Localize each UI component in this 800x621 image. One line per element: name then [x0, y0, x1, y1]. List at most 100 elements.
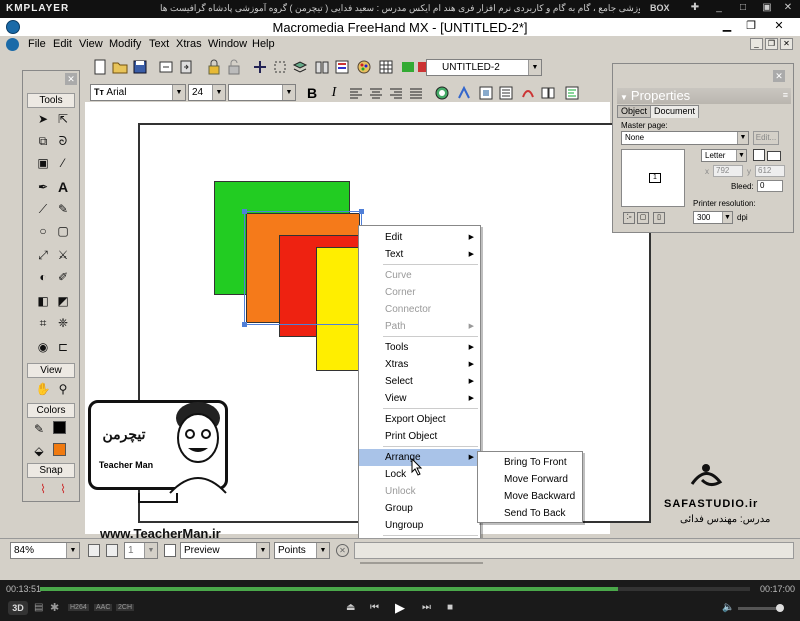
menu-modify[interactable]: Modify [109, 38, 141, 50]
playlist-icon[interactable]: ▤ [34, 602, 43, 613]
pen-icon[interactable]: ✒ [35, 179, 51, 195]
import-icon[interactable] [158, 59, 174, 75]
unlock-icon[interactable] [226, 59, 242, 75]
text-tool-icon[interactable]: A [55, 179, 71, 195]
page-size-select[interactable]: Letter ▼ [701, 149, 747, 162]
stop-icon[interactable]: ■ [447, 602, 453, 613]
chevron-down-icon[interactable]: ▼ [282, 85, 295, 100]
next-icon[interactable]: ⏭ [422, 602, 431, 613]
export-icon[interactable] [178, 59, 194, 75]
italic-icon[interactable]: I [326, 85, 342, 101]
selection-handle[interactable] [242, 209, 247, 214]
color-mixer-icon[interactable] [356, 59, 372, 75]
y-field[interactable]: 612 [755, 165, 785, 177]
layers-icon[interactable] [292, 59, 308, 75]
next-page-icon[interactable] [106, 544, 118, 557]
app-close-button[interactable]: ✕ [768, 19, 790, 34]
volume-slider[interactable] [738, 604, 784, 612]
selection-handle[interactable] [242, 322, 247, 327]
chevron-down-icon[interactable]: ▼ [256, 543, 269, 558]
pencil-icon[interactable]: ✎ [55, 201, 71, 217]
save-icon[interactable] [132, 59, 148, 75]
page-select[interactable]: 1 ▼ [124, 542, 158, 559]
context-menu-item-ungroup[interactable]: Ungroup [359, 517, 480, 534]
player-maximize-button[interactable]: ▣ [760, 2, 774, 15]
context-menu-item-tools[interactable]: Tools ▶ [359, 339, 480, 356]
context-menu-item-unlock[interactable]: Unlock [359, 483, 480, 500]
snap-to-point-icon[interactable]: ⌇ [35, 481, 51, 497]
context-menu-item-export-object[interactable]: Export Object [359, 411, 480, 428]
align-right-icon[interactable] [388, 85, 404, 101]
ellipse-icon[interactable]: ○ [35, 223, 51, 239]
line-icon[interactable]: ⟋ [35, 201, 51, 217]
page-tool-icon[interactable]: ⧉ [35, 133, 51, 149]
add-page-icon[interactable]: ⁚▫ [623, 212, 635, 224]
align-icon[interactable] [252, 59, 268, 75]
menu-xtras[interactable]: Xtras [176, 38, 202, 50]
bold-icon[interactable]: B [304, 85, 320, 101]
landscape-orientation-icon[interactable] [767, 151, 781, 161]
subselect-icon[interactable]: ⇱ [55, 111, 71, 127]
close-icon[interactable]: ✕ [773, 70, 785, 82]
arrange-item-move-backward[interactable]: Move Backward [478, 488, 582, 505]
volume-handle[interactable] [776, 604, 784, 612]
previous-icon[interactable]: ⏮ [370, 602, 379, 613]
context-menu-item-xtras[interactable]: Xtras ▶ [359, 356, 480, 373]
settings-icon[interactable]: ✱ [50, 601, 59, 614]
chevron-down-icon[interactable]: ▼ [172, 85, 185, 100]
player-box-label[interactable]: BOX [650, 3, 670, 13]
styles-icon[interactable] [334, 59, 350, 75]
mode-badge[interactable]: 3D [8, 601, 28, 615]
snap-to-guide-icon[interactable]: ⌇ [55, 481, 71, 497]
eraser-icon[interactable]: ◐ [35, 269, 51, 285]
zoom-select[interactable]: 84% ▼ [10, 542, 80, 559]
page-layout-icon[interactable]: ▯ [653, 212, 665, 224]
rectangle-icon[interactable]: ▢ [55, 223, 71, 239]
arrange-item-bring-to-front[interactable]: Bring To Front [478, 454, 582, 471]
page-icon[interactable] [164, 544, 176, 557]
spiral-icon[interactable]: ◉ [35, 339, 51, 355]
text-editor-icon[interactable] [564, 85, 580, 101]
app-restore-button[interactable]: ❐ [740, 19, 762, 34]
display-mode-select[interactable]: Preview ▼ [180, 542, 270, 559]
connector-icon[interactable]: ⊏ [55, 339, 71, 355]
selection-handle[interactable] [359, 209, 364, 214]
library-icon[interactable] [314, 59, 330, 75]
portrait-orientation-icon[interactable] [753, 149, 765, 161]
arrange-item-move-forward[interactable]: Move Forward [478, 471, 582, 488]
context-menu-item-text[interactable]: Text ▶ [359, 246, 480, 263]
context-menu-item-view[interactable]: View ▶ [359, 390, 480, 407]
chevron-down-icon[interactable]: ▼ [66, 543, 79, 558]
document-select[interactable]: UNTITLED-2 ▼ [426, 59, 542, 76]
align-center-icon[interactable] [368, 85, 384, 101]
doc-close-button[interactable]: ✕ [780, 38, 793, 50]
menu-view[interactable]: View [79, 38, 103, 50]
cancel-icon[interactable]: ✕ [336, 544, 349, 557]
collapse-arrow-icon[interactable]: ▼ [617, 93, 631, 102]
fill-color-swatch[interactable] [53, 443, 66, 456]
menu-edit[interactable]: Edit [53, 38, 72, 50]
link-text-icon[interactable] [540, 85, 556, 101]
chevron-down-icon[interactable]: ▼ [528, 60, 541, 75]
eject-icon[interactable]: ⏏ [346, 602, 355, 613]
text-wrap-icon[interactable] [478, 85, 494, 101]
volume-icon[interactable]: 🔈 [722, 602, 734, 613]
player-minimize-button[interactable]: _ [712, 2, 726, 15]
page-tool-icon[interactable]: ▢ [637, 212, 649, 224]
scale-icon[interactable]: ⤢ [35, 247, 51, 263]
chevron-down-icon[interactable]: ▼ [144, 543, 157, 558]
lock-icon[interactable] [206, 59, 222, 75]
hand-icon[interactable]: ✋ [35, 381, 51, 397]
page-thumbnail[interactable]: 1 [621, 149, 685, 207]
chevron-down-icon[interactable]: ▼ [736, 150, 746, 161]
pin-icon[interactable]: ✚ [688, 2, 702, 15]
context-menu-item-corner[interactable]: Corner [359, 284, 480, 301]
tab-document[interactable]: Document [650, 105, 700, 118]
edit-master-button[interactable]: Edit... [753, 131, 779, 145]
arrange-item-send-to-back[interactable]: Send To Back [478, 505, 582, 522]
font-style-select[interactable]: ▼ [228, 84, 296, 101]
attach-to-path-icon[interactable] [520, 85, 536, 101]
properties-header[interactable]: ▼ Properties ≡ [617, 88, 791, 104]
trace-icon[interactable]: ▣ [35, 155, 51, 171]
font-size-select[interactable]: 24 ▼ [188, 84, 226, 101]
